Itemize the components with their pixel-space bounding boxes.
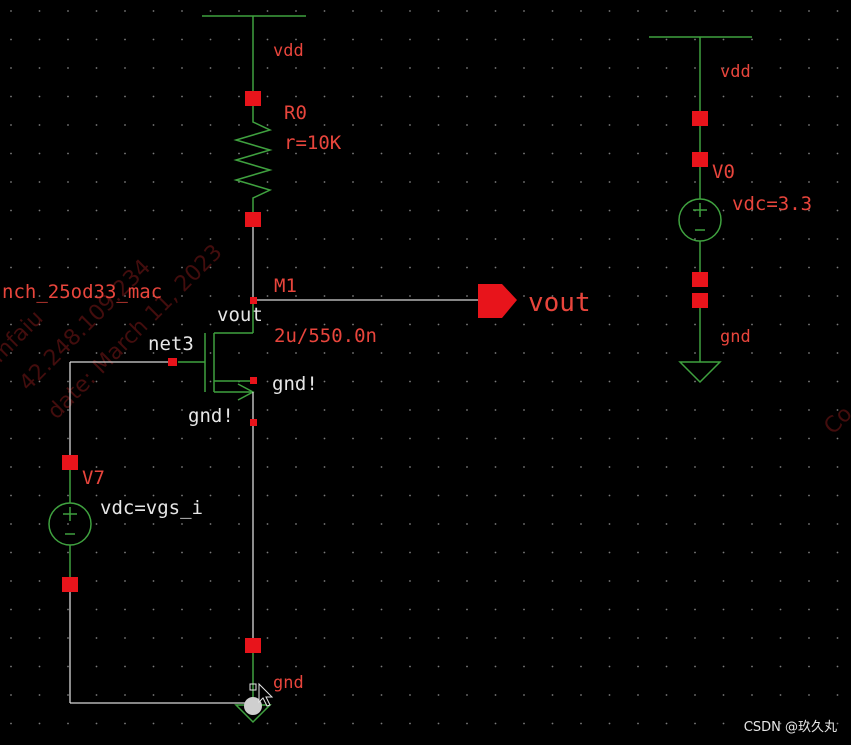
transistor-model: nch_25od33_mac [2,281,162,303]
bulk-node[interactable] [250,377,257,384]
vdd-label-main: vdd [273,41,304,61]
resistor-top-pin[interactable] [245,91,261,106]
v0-top-pin-b[interactable] [692,152,708,167]
v0-bottom-pin-b[interactable] [692,293,708,308]
v0-name: V0 [712,161,735,183]
vout-pin-label: vout [528,288,591,318]
transistor-size: 2u/550.0n [274,325,377,347]
drain-net-label: vout [217,304,263,326]
bulk-net-label: gnd! [272,373,318,395]
ground-label-right: gnd [720,327,751,347]
ground-top-pin[interactable] [245,638,261,653]
v0-top-pin-a[interactable] [692,111,708,126]
v7-bottom-pin[interactable] [62,577,78,592]
v7-value: vdc=vgs_i [100,497,203,519]
credit-text: CSDN @玖久丸 [743,720,837,735]
gate-net-label: net3 [148,333,194,355]
schematic-canvas[interactable]: mfaiu 42.248.109.234 date: March 11, 202… [0,0,851,745]
resistor-bottom-pin[interactable] [245,212,261,227]
resistor-name: R0 [284,102,307,124]
drain-node[interactable] [250,297,257,304]
v7-name: V7 [82,467,105,489]
vdd-label-right: vdd [720,62,751,82]
ground-label-bottom: gnd [273,673,304,693]
gate-node[interactable] [168,358,177,366]
resistor-value: r=10K [284,132,342,154]
schematic-drawing[interactable]: mfaiu 42.248.109.234 date: March 11, 202… [0,0,851,745]
source-node[interactable] [250,419,257,426]
v7-top-pin[interactable] [62,455,78,470]
v0-value: vdc=3.3 [732,193,812,215]
v0-bottom-pin-a[interactable] [692,272,708,287]
transistor-name: M1 [274,275,297,297]
source-net-label: gnd! [188,405,234,427]
grid-dots [0,0,851,745]
